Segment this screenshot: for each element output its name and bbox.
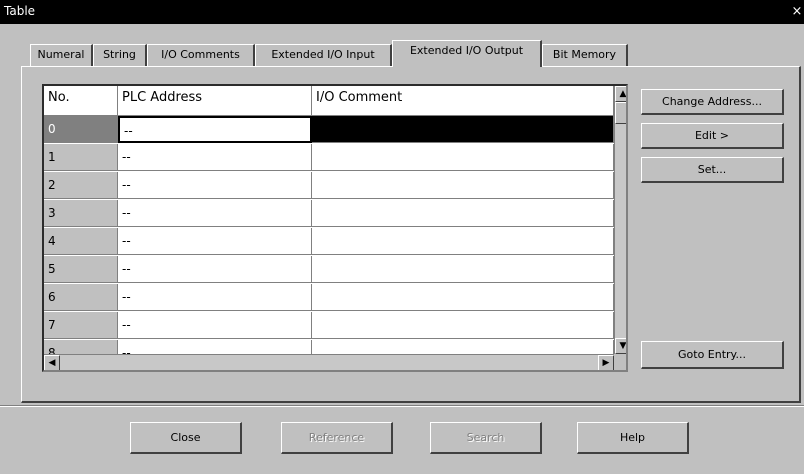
io-comment-cell[interactable] xyxy=(312,284,614,311)
table-row[interactable]: 3 -- xyxy=(44,200,614,228)
io-comment-cell[interactable] xyxy=(312,172,614,199)
scroll-right-icon[interactable]: ▶ xyxy=(598,355,614,370)
scroll-up-icon[interactable]: ▲ xyxy=(615,86,626,102)
table-header: No. PLC Address I/O Comment xyxy=(44,86,614,116)
row-number-cell[interactable]: 5 xyxy=(44,256,118,283)
row-number-cell[interactable]: 0 xyxy=(44,116,118,143)
row-number-cell[interactable]: 1 xyxy=(44,144,118,171)
io-table: No. PLC Address I/O Comment 0 -- 1 -- 2 -- 3 --… xyxy=(42,84,628,372)
search-button[interactable]: Search xyxy=(430,422,542,454)
tab-numeral[interactable]: Numeral xyxy=(30,44,93,66)
change-address-button[interactable]: Change Address... xyxy=(641,89,784,115)
column-header-io-comment[interactable]: I/O Comment xyxy=(312,86,614,116)
tab-extended-io-output[interactable]: Extended I/O Output xyxy=(392,40,542,67)
scroll-down-icon[interactable]: ▼ xyxy=(615,338,626,354)
tab-bit-memory[interactable]: Bit Memory xyxy=(542,44,628,66)
close-icon[interactable]: × xyxy=(790,4,804,20)
close-button[interactable]: Close xyxy=(130,422,242,454)
goto-entry-button[interactable]: Goto Entry... xyxy=(641,341,784,369)
tab-strip: Numeral String I/O Comments Extended I/O… xyxy=(0,40,804,68)
scroll-left-icon[interactable]: ◀ xyxy=(44,355,60,370)
plc-address-cell[interactable]: -- xyxy=(118,172,312,199)
column-header-plc-address[interactable]: PLC Address xyxy=(118,86,312,116)
reference-button[interactable]: Reference xyxy=(281,422,393,454)
plc-address-cell[interactable]: -- xyxy=(118,144,312,171)
table-row[interactable]: 2 -- xyxy=(44,172,614,200)
title-bar: Table × xyxy=(0,0,804,24)
table-row[interactable]: 0 -- xyxy=(44,116,614,144)
row-number-cell[interactable]: 7 xyxy=(44,312,118,339)
io-comment-cell[interactable] xyxy=(312,144,614,171)
plc-address-cell[interactable]: -- xyxy=(118,116,312,143)
plc-address-cell[interactable]: -- xyxy=(118,200,312,227)
horizontal-scrollbar[interactable]: ◀ ▶ xyxy=(44,354,614,370)
divider xyxy=(0,405,804,407)
vertical-scrollbar[interactable]: ▲ ▼ xyxy=(614,86,626,354)
scrollbar-corner xyxy=(614,354,626,370)
column-header-no[interactable]: No. xyxy=(44,86,118,116)
io-comment-cell[interactable] xyxy=(312,256,614,283)
plc-address-cell[interactable]: -- xyxy=(118,284,312,311)
table-row[interactable]: 1 -- xyxy=(44,144,614,172)
io-comment-cell[interactable] xyxy=(312,116,614,143)
help-button[interactable]: Help xyxy=(577,422,689,454)
io-comment-cell[interactable] xyxy=(312,228,614,255)
table-row[interactable]: 7 -- xyxy=(44,312,614,340)
window-title: Table xyxy=(4,4,36,18)
io-comment-cell[interactable] xyxy=(312,200,614,227)
table-row[interactable]: 6 -- xyxy=(44,284,614,312)
plc-address-cell[interactable]: -- xyxy=(118,228,312,255)
row-number-cell[interactable]: 3 xyxy=(44,200,118,227)
row-number-cell[interactable]: 2 xyxy=(44,172,118,199)
tab-string[interactable]: String xyxy=(93,44,147,66)
tab-extended-io-input[interactable]: Extended I/O Input xyxy=(255,44,392,66)
table-row[interactable]: 5 -- xyxy=(44,256,614,284)
plc-address-cell[interactable]: -- xyxy=(118,256,312,283)
table-row[interactable]: 4 -- xyxy=(44,228,614,256)
plc-address-cell[interactable]: -- xyxy=(118,312,312,339)
tab-io-comments[interactable]: I/O Comments xyxy=(147,44,255,66)
set-button[interactable]: Set... xyxy=(641,157,784,183)
row-number-cell[interactable]: 4 xyxy=(44,228,118,255)
edit-button[interactable]: Edit > xyxy=(641,123,784,149)
row-number-cell[interactable]: 6 xyxy=(44,284,118,311)
scroll-thumb[interactable] xyxy=(615,102,626,124)
io-comment-cell[interactable] xyxy=(312,312,614,339)
